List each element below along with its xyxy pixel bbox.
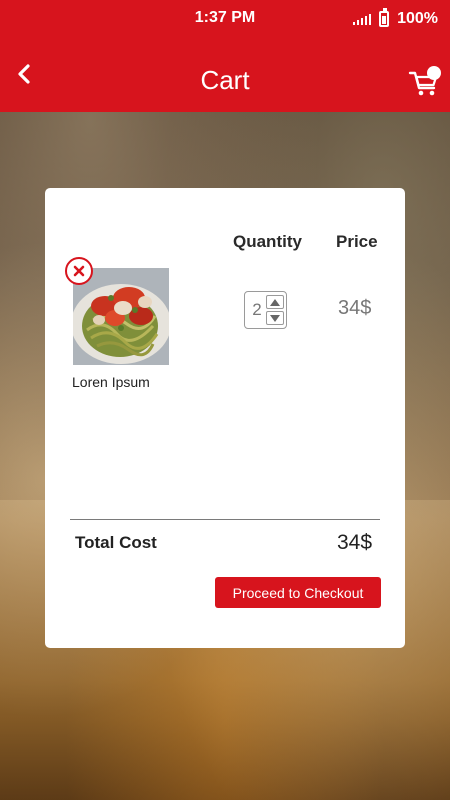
battery-icon: [379, 8, 390, 27]
page-title: Cart: [200, 65, 250, 95]
triangle-down-icon: [270, 314, 280, 322]
triangle-up-icon: [270, 298, 280, 306]
total-cost-value: 34$: [337, 531, 373, 554]
price-column-header: Price: [336, 232, 378, 251]
status-icons: 100%: [353, 8, 438, 29]
quantity-decrement-button[interactable]: [266, 311, 284, 325]
cart-card: Quantity Price Loren Ipsum 2 34$ Total C…: [45, 188, 405, 648]
remove-item-button[interactable]: [65, 257, 93, 285]
divider: [70, 519, 380, 520]
quantity-column-header: Quantity: [233, 232, 302, 251]
cart-button[interactable]: [408, 64, 442, 98]
quantity-stepper[interactable]: 2: [244, 291, 287, 329]
quantity-value: 2: [252, 300, 262, 319]
close-icon: [73, 265, 85, 277]
item-image: [73, 268, 169, 365]
total-cost-label: Total Cost: [75, 533, 157, 552]
proceed-to-checkout-button[interactable]: Proceed to Checkout: [215, 577, 381, 608]
shopping-cart-icon: [408, 66, 441, 96]
item-name: Loren Ipsum: [72, 374, 150, 390]
quantity-increment-button[interactable]: [266, 295, 284, 309]
header-bar: Cart: [0, 38, 450, 112]
status-bar: 1:37 PM 100%: [0, 0, 450, 38]
pasta-dish-photo: [73, 268, 169, 365]
signal-icon: [353, 13, 372, 25]
item-price: 34$: [338, 297, 372, 319]
battery-percentage: 100%: [397, 10, 438, 27]
quantity-arrows: [266, 295, 284, 325]
